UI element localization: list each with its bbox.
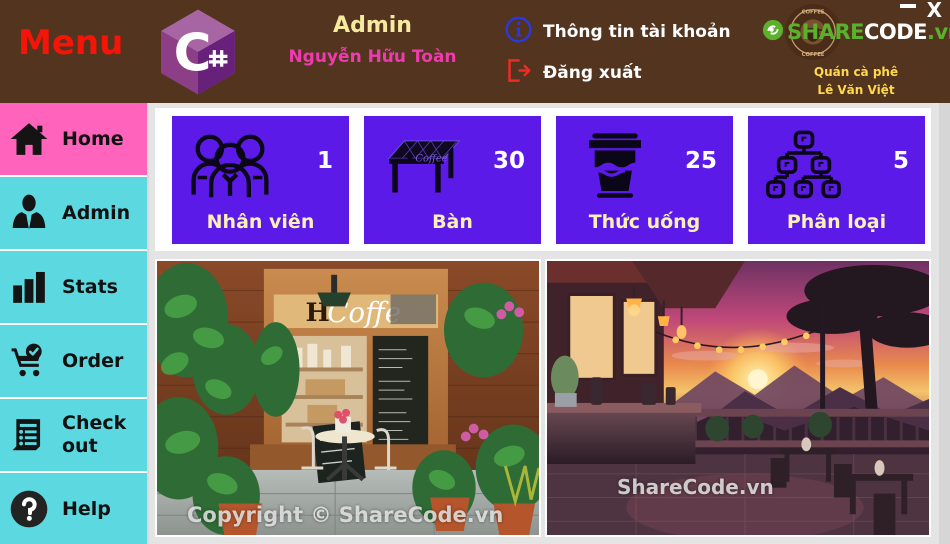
info-circle-icon	[505, 16, 532, 47]
app-header: Menu C Admin Nguyễn Hữu Toàn Thông tin t…	[0, 0, 950, 103]
sharecode-watermark: SHARECODE.vn	[762, 16, 950, 48]
coffee-cup-icon	[570, 130, 658, 200]
svg-text:Coffee: Coffee	[415, 154, 447, 165]
stat-value: 25	[684, 148, 717, 174]
csharp-logo-icon: C	[152, 6, 244, 98]
stat-value: 1	[316, 148, 333, 174]
watermark-vn-text: .vn	[927, 20, 950, 44]
shop-name-line2: Lê Văn Việt	[817, 83, 895, 97]
people-group-icon	[186, 130, 274, 200]
stat-card-drinks[interactable]: 25 Thức uống	[556, 116, 733, 244]
user-role: Admin	[333, 13, 412, 38]
sidebar-item-order[interactable]: Order	[0, 325, 147, 397]
sidebar-navigation: Home Admin Stats Order Check out Help	[0, 103, 147, 544]
minimize-button[interactable]	[900, 4, 916, 8]
bar-chart-icon	[0, 268, 58, 306]
svg-text:C: C	[174, 23, 212, 83]
stat-label: Bàn	[432, 211, 473, 233]
sidebar-item-label: Order	[62, 349, 124, 372]
main-content: 1 Nhân viên Coffee 30 Bàn 25 Thức uống 5…	[149, 103, 939, 544]
logout-label: Đăng xuất	[543, 62, 642, 83]
stat-label: Phân loại	[786, 211, 887, 233]
stat-label: Thức uống	[588, 211, 701, 233]
sidebar-item-stats[interactable]: Stats	[0, 251, 147, 323]
stat-value: 30	[492, 148, 525, 174]
stat-cards-panel: 1 Nhân viên Coffee 30 Bàn 25 Thức uống 5…	[155, 108, 931, 251]
gallery-image-storefront[interactable]: H Coffe Copyright © ShareCode.vn	[155, 259, 541, 537]
stat-card-tables[interactable]: Coffee 30 Bàn	[364, 116, 541, 244]
hierarchy-category-icon	[762, 130, 850, 200]
account-info-button[interactable]: Thông tin tài khoản	[505, 16, 731, 47]
question-circle-icon	[0, 489, 58, 529]
application-window: Menu C Admin Nguyễn Hữu Toàn Thông tin t…	[0, 0, 950, 544]
gallery-image-terrace[interactable]: ShareCode.vn	[545, 259, 931, 537]
menu-title[interactable]: Menu	[18, 23, 123, 63]
sidebar-item-admin[interactable]: Admin	[0, 177, 147, 249]
svg-text:COFFEE: COFFEE	[802, 10, 825, 16]
stat-card-employees[interactable]: 1 Nhân viên	[172, 116, 349, 244]
gallery-panel: H Coffe Copyright © ShareCode.vn ShareCo…	[155, 259, 931, 539]
account-info-label: Thông tin tài khoản	[543, 21, 731, 42]
receipt-list-icon	[0, 416, 58, 454]
stat-label: Nhân viên	[206, 211, 315, 233]
cart-check-icon	[0, 342, 58, 380]
sidebar-item-checkout[interactable]: Check out	[0, 399, 147, 471]
sharecode-logo-icon	[762, 19, 784, 45]
sidebar-item-label: Admin	[62, 201, 131, 224]
stat-value: 5	[892, 148, 909, 174]
brand-block: COFFEE COFFEE SHARECODE.vn Quán	[762, 2, 950, 102]
sidebar-item-label: Help	[62, 497, 111, 520]
sidebar-item-home[interactable]: Home	[0, 103, 147, 175]
close-icon[interactable]: X	[927, 0, 942, 22]
shop-name-line1: Quán cà phê	[813, 65, 899, 79]
logout-button[interactable]: Đăng xuất	[505, 57, 642, 88]
sidebar-item-label: Stats	[62, 275, 118, 298]
watermark-code-text: CODE	[863, 20, 928, 44]
current-user-block: Admin Nguyễn Hữu Toàn	[260, 12, 485, 70]
sidebar-item-label: Home	[62, 127, 124, 150]
sidebar-item-label: Check out	[62, 412, 127, 457]
home-icon	[0, 119, 58, 159]
table-furniture-icon: Coffee	[378, 130, 466, 200]
user-name: Nguyễn Hữu Toàn	[288, 47, 457, 67]
stat-card-categories[interactable]: 5 Phân loại	[748, 116, 925, 244]
sidebar-item-help[interactable]: Help	[0, 473, 147, 544]
logout-icon	[505, 57, 532, 88]
watermark-share-text: SHARE	[787, 20, 864, 44]
right-gutter	[939, 103, 950, 544]
svg-text:COFFEE: COFFEE	[802, 52, 825, 58]
user-tie-icon	[0, 193, 58, 233]
